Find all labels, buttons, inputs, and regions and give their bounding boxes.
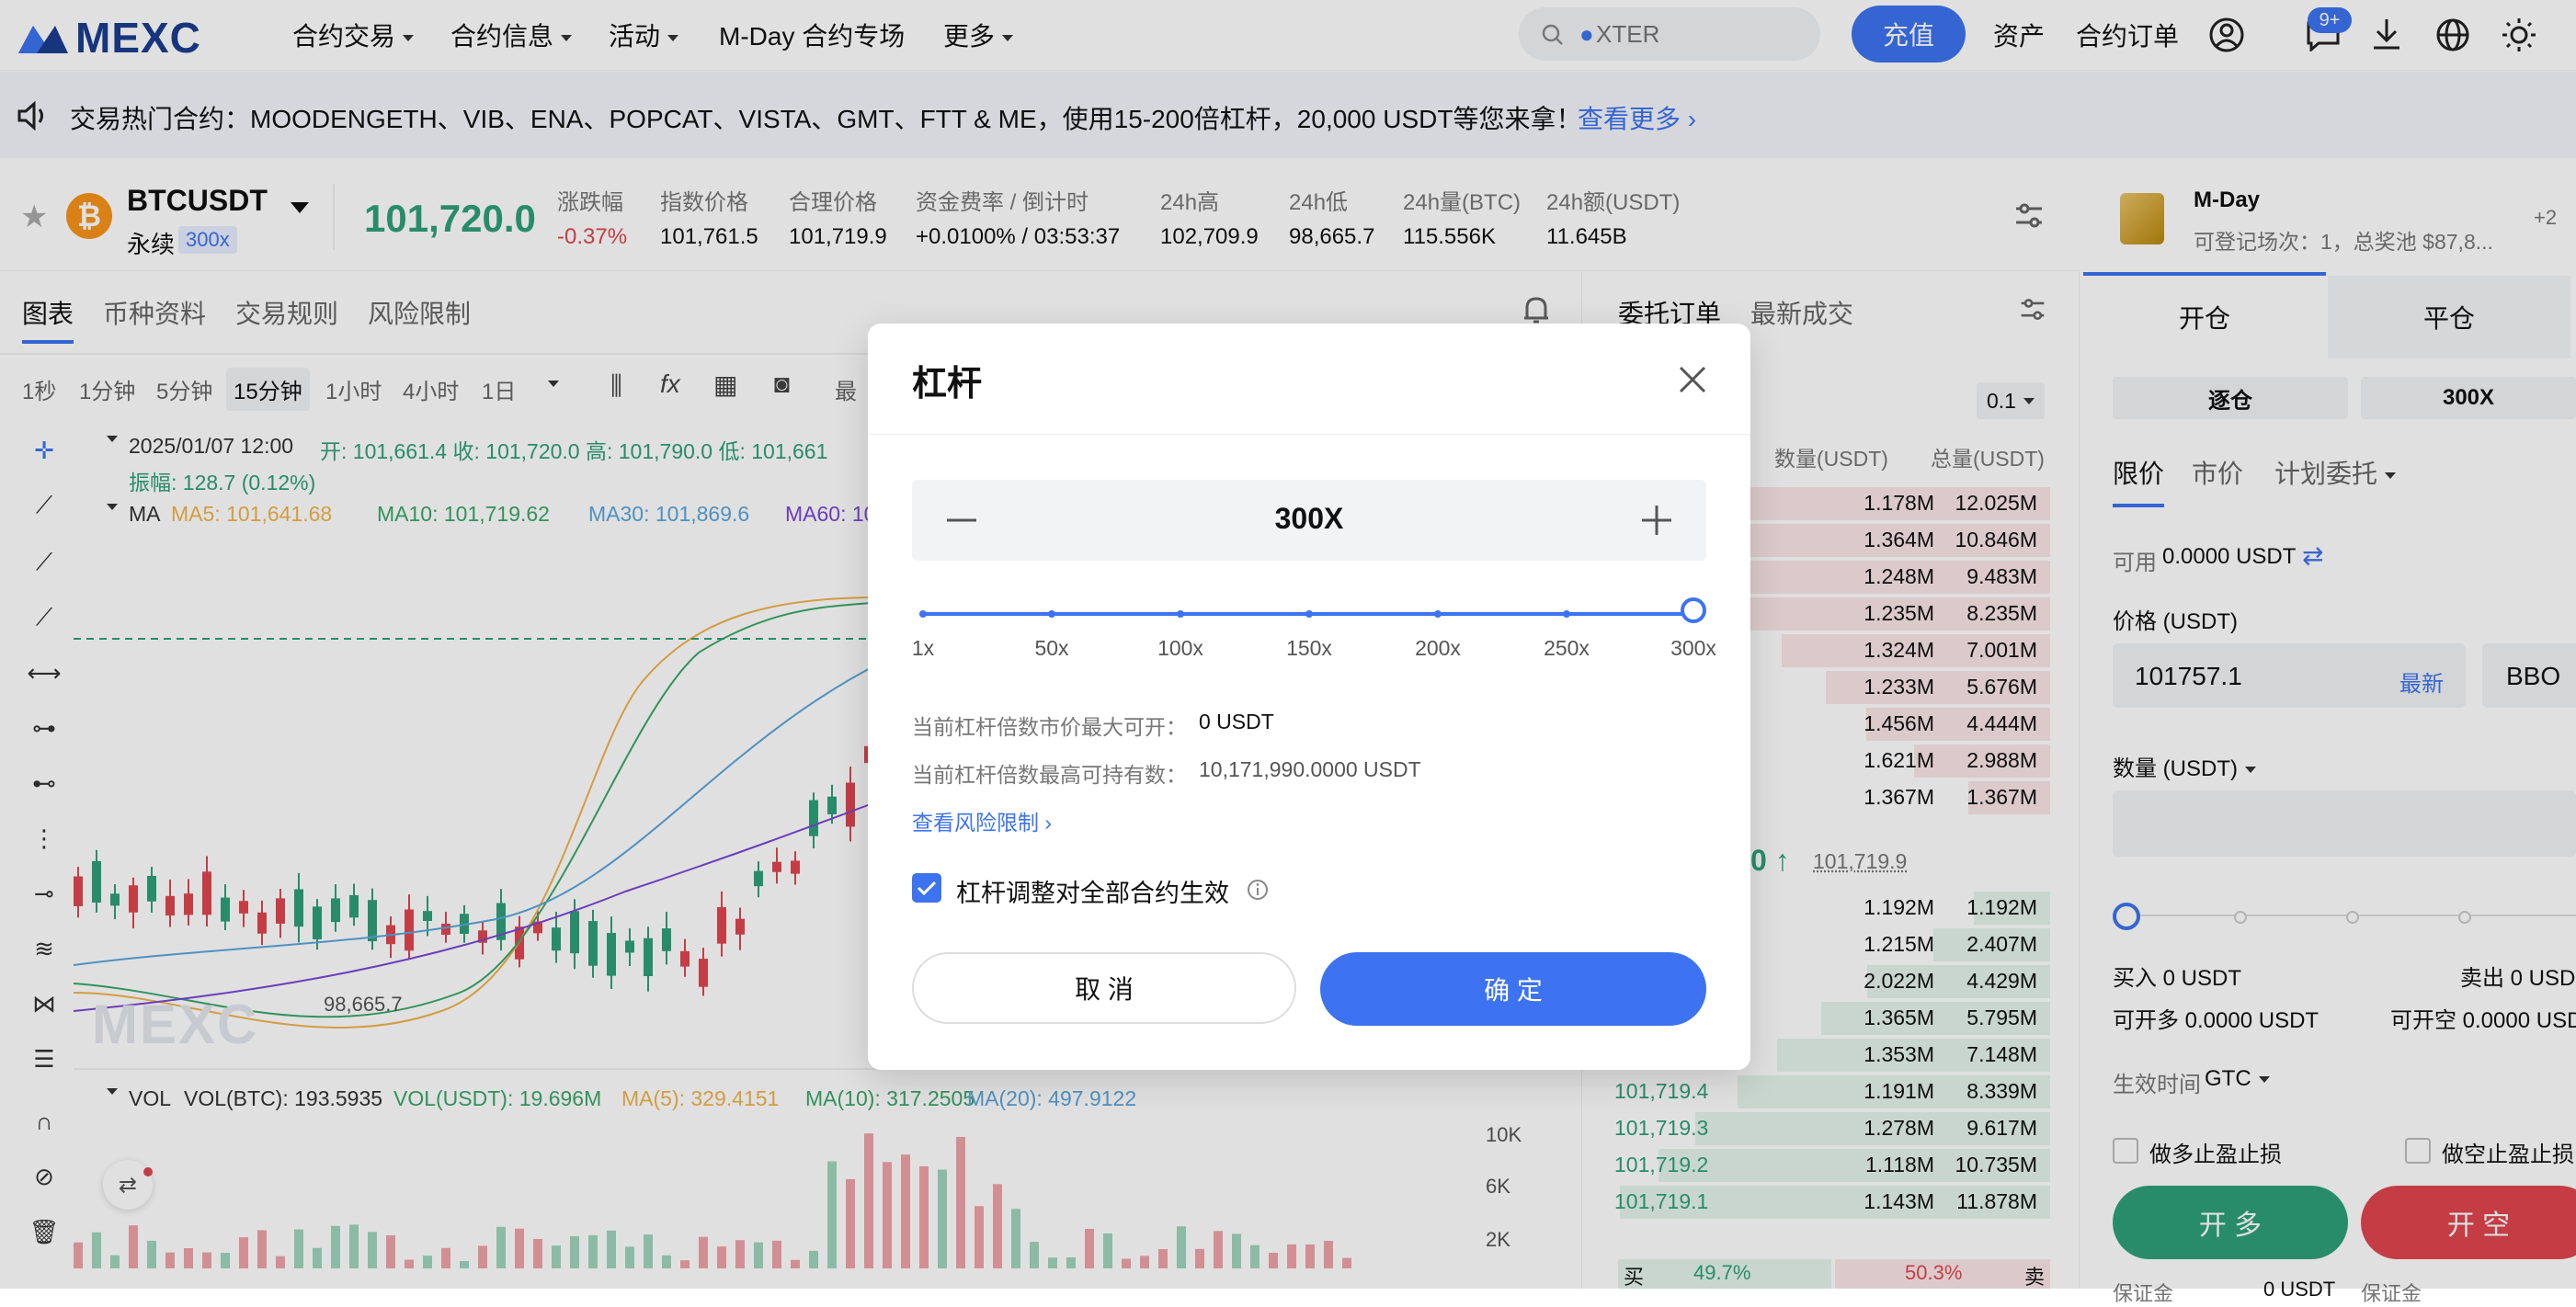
max-open-value: 0 USDT <box>1199 710 1274 733</box>
info-icon[interactable] <box>1247 879 1269 901</box>
apply-all-label: 杠杆调整对全部合约生效 <box>956 880 1229 907</box>
leverage-value[interactable]: 300X <box>912 502 1706 536</box>
tick-label[interactable]: 250x <box>1530 636 1603 661</box>
slider-tick <box>1434 610 1442 618</box>
tick-label[interactable]: 100x <box>1144 636 1217 661</box>
tick-label[interactable]: 150x <box>1272 636 1346 661</box>
close-icon[interactable] <box>1677 364 1708 395</box>
slider-tick <box>1048 610 1055 618</box>
chevron-right-icon: › <box>1044 811 1053 835</box>
check-icon <box>917 881 937 896</box>
apply-all-checkbox[interactable] <box>912 873 941 903</box>
modal-header: 杠杆 <box>868 324 1750 435</box>
slider-tick <box>919 610 927 618</box>
slider-tick <box>1305 610 1313 618</box>
max-open-label: 当前杠杆倍数市价最大可开： <box>912 715 1187 739</box>
cancel-button[interactable]: 取 消 <box>912 952 1296 1024</box>
risk-limit-link[interactable]: 查看风险限制 › <box>912 805 1052 836</box>
max-hold-label: 当前杠杆倍数最高可持有数： <box>912 763 1187 787</box>
tick-label[interactable]: 1x <box>886 636 960 661</box>
max-hold-value: 10,171,990.0000 USDT <box>1199 757 1421 781</box>
plus-icon[interactable] <box>1640 504 1673 537</box>
tick-label[interactable]: 300x <box>1657 636 1730 661</box>
slider-tick <box>1177 610 1184 618</box>
modal-title: 杠杆 <box>912 365 983 403</box>
leverage-slider-thumb[interactable] <box>1681 597 1706 623</box>
slider-tick <box>1563 610 1570 618</box>
leverage-stepper[interactable]: 300X <box>912 480 1706 561</box>
tick-label[interactable]: 50x <box>1015 636 1089 661</box>
leverage-modal: 杠杆 300X 1x 50x 100x 150x 200x 250x 300x … <box>868 324 1750 1070</box>
confirm-button[interactable]: 确 定 <box>1320 952 1706 1026</box>
risk-link-label: 查看风险限制 <box>912 811 1039 835</box>
tick-label[interactable]: 200x <box>1401 636 1475 661</box>
